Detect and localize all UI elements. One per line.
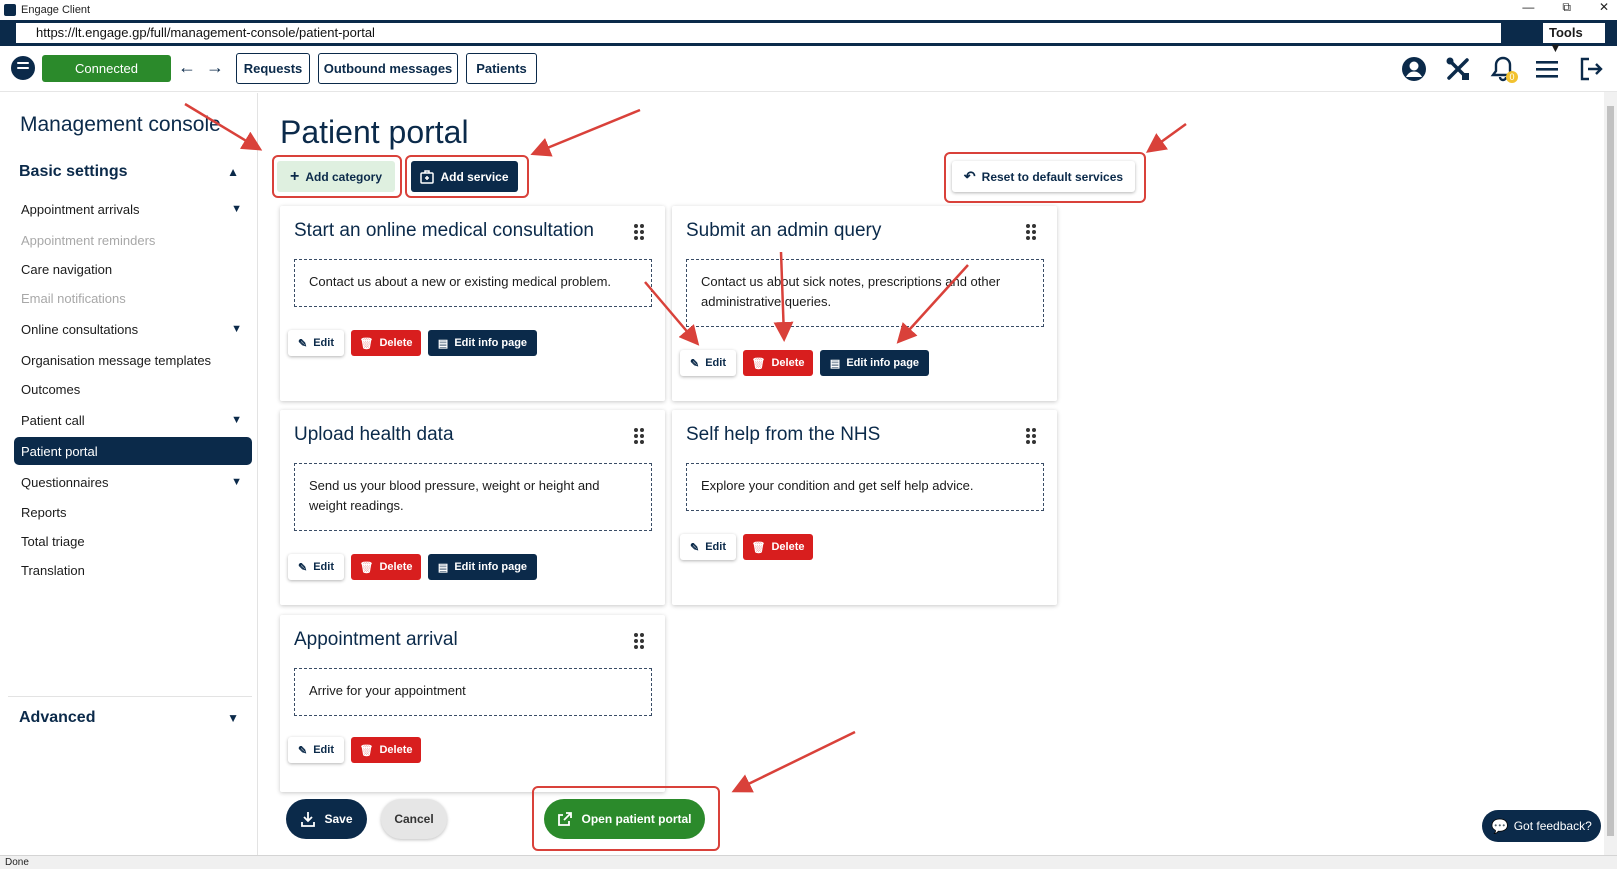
vertical-scrollbar[interactable] [1604,92,1617,855]
scrollbar-thumb[interactable] [1607,106,1614,836]
status-bar: Done [0,855,1617,869]
chat-bubble-icon: 💬 [1491,817,1509,834]
arrow-to-open-portal [731,730,856,793]
arrow-to-add-service [530,108,641,157]
feedback-button[interactable]: 💬 Got feedback? [1482,810,1601,842]
annotation-arrows [184,102,1187,793]
arrow-to-reset [1145,122,1187,153]
arrow-to-edit [644,281,700,346]
arrow-to-edit-info [896,264,969,344]
arrow-to-add-category [184,102,263,151]
feedback-label: Got feedback? [1513,819,1592,833]
arrow-to-delete [773,251,794,342]
